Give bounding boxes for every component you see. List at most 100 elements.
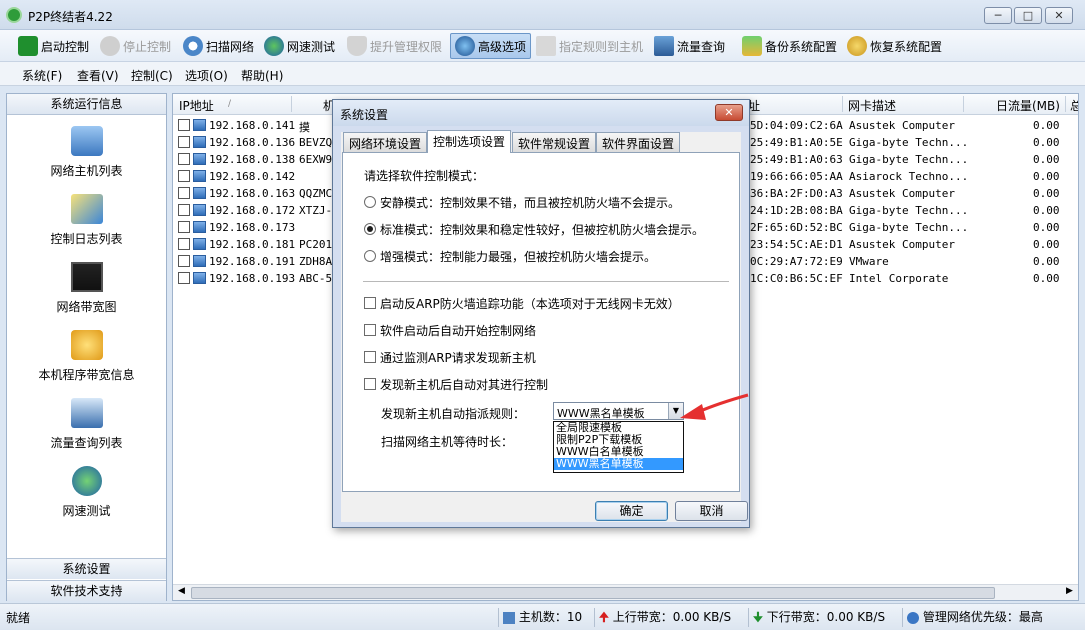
sidebar-item-traffic-list[interactable]: 流量查询列表 (7, 398, 166, 451)
scan-network-button[interactable]: 扫描网络 (179, 33, 258, 59)
cell-mac: 5D:04:09:C2:6A (750, 119, 843, 132)
column-divider[interactable] (291, 96, 292, 112)
sidebar-footer-support[interactable]: 软件技术支持 (7, 580, 166, 601)
quiet-mode-label[interactable]: 安静模式：控制效果不错，而且被控机防火墙不会提示。 (380, 194, 680, 211)
row-checkbox[interactable] (178, 153, 190, 165)
computer-icon (193, 153, 206, 165)
row-checkbox[interactable] (178, 272, 190, 284)
radio-enhanced-mode[interactable] (364, 250, 376, 262)
menu-view[interactable]: 查看(V) (77, 67, 119, 84)
row-checkbox[interactable] (178, 221, 190, 233)
row-checkbox[interactable] (178, 136, 190, 148)
menu-control[interactable]: 控制(C) (131, 67, 173, 84)
column-divider[interactable] (1065, 96, 1066, 112)
checkbox-anti-arp[interactable] (364, 297, 376, 309)
checkbox-auto-control-new[interactable] (364, 378, 376, 390)
status-upload: 🠉 上行带宽：0.00 KB/S (594, 608, 731, 627)
minimize-button[interactable]: ─ (984, 7, 1012, 24)
menu-system[interactable]: 系统(F) (22, 67, 62, 84)
advanced-options-label: 高级选项 (478, 39, 527, 54)
cell-vendor: Giga-byte Techn... (849, 153, 969, 166)
dialog-close-button[interactable]: ✕ (715, 104, 743, 121)
scroll-right-arrow-icon[interactable]: ▶ (1066, 586, 1073, 596)
cell-mac: 25:49:B1:A0:63 (750, 153, 843, 166)
radio-quiet-mode[interactable] (364, 196, 376, 208)
assign-rule-button[interactable]: 指定规则到主机 (532, 33, 647, 59)
row-checkbox[interactable] (178, 255, 190, 267)
cell-traffic: 0.00 (1033, 221, 1060, 234)
checkbox-arp-discovery[interactable] (364, 351, 376, 363)
row-checkbox[interactable] (178, 204, 190, 216)
menu-help[interactable]: 帮助(H) (241, 67, 283, 84)
tab-general-settings[interactable]: 软件常规设置 (512, 132, 597, 152)
advanced-options-button[interactable]: 高级选项 (450, 33, 532, 59)
sidebar-footer-settings[interactable]: 系统设置 (7, 558, 166, 579)
speed-test-button[interactable]: 网速测试 (260, 33, 339, 59)
scroll-left-arrow-icon[interactable]: ◀ (178, 586, 185, 596)
sidebar-item-speed-test[interactable]: 网速测试 (7, 466, 166, 519)
network-icon (907, 611, 919, 624)
sidebar-header[interactable]: 系统运行信息 (7, 94, 166, 115)
column-header-daily-traffic[interactable]: 日流量(MB) (996, 97, 1060, 114)
stop-control-button[interactable]: 停止控制 (96, 33, 175, 59)
sidebar-item-host-list[interactable]: 网络主机列表 (7, 126, 166, 179)
stop-icon (100, 36, 120, 56)
dropdown-option[interactable]: 全局限速模板 (554, 422, 683, 434)
cell-ip: 192.168.0.142 (209, 170, 296, 183)
globe-icon (264, 36, 284, 56)
column-header-total[interactable]: 总 (1070, 97, 1078, 114)
cancel-button[interactable]: 取消 (675, 501, 748, 521)
anti-arp-label[interactable]: 启动反ARP防火墙追踪功能（本选项对于无线网卡无效） (380, 295, 680, 312)
pencil-icon (70, 194, 103, 224)
row-checkbox[interactable] (178, 170, 190, 182)
column-divider[interactable] (963, 96, 964, 112)
auto-control-new-label[interactable]: 发现新主机后自动对其进行控制 (380, 376, 548, 393)
dialog-title-bar[interactable]: 系统设置 ✕ (333, 100, 749, 126)
restore-config-button[interactable]: 恢复系统配置 (843, 33, 946, 59)
annotation-arrow-head (680, 404, 706, 420)
sidebar-item-program-bandwidth[interactable]: 本机程序带宽信息 (7, 330, 166, 383)
column-header-vendor[interactable]: 网卡描述 (848, 97, 896, 114)
row-checkbox[interactable] (178, 187, 190, 199)
dropdown-option[interactable]: 限制P2P下载模板 (554, 434, 683, 446)
menu-options[interactable]: 选项(O) (185, 67, 228, 84)
arp-discovery-label[interactable]: 通过监测ARP请求发现新主机 (380, 349, 536, 366)
start-control-button[interactable]: 启动控制 (14, 33, 93, 59)
status-priority: 管理网络优先级：最高 (902, 608, 1080, 627)
tab-ui-settings[interactable]: 软件界面设置 (596, 132, 681, 152)
radio-standard-mode[interactable] (364, 223, 376, 235)
tab-network-env[interactable]: 网络环境设置 (343, 132, 428, 152)
row-checkbox[interactable] (178, 119, 190, 131)
app-logo-icon (6, 7, 22, 23)
traffic-query-button[interactable]: 流量查询 (650, 33, 729, 59)
column-divider[interactable] (842, 96, 843, 112)
assign-rule-label: 指定规则到主机 (559, 39, 644, 54)
bar-chart-icon (70, 262, 103, 292)
sidebar-item-bandwidth-chart[interactable]: 网络带宽图 (7, 262, 166, 315)
auto-start-label[interactable]: 软件启动后自动开始控制网络 (380, 322, 536, 339)
rule-template-select[interactable]: WWW黑名单模板 ▼ (553, 402, 684, 420)
cell-mac: 2F:65:6D:52:BC (750, 221, 843, 234)
sidebar-item-control-log[interactable]: 控制日志列表 (7, 194, 166, 247)
enhanced-mode-label[interactable]: 增强模式：控制能力最强，但被控机防火墙会提示。 (380, 248, 656, 265)
standard-mode-label[interactable]: 标准模式：控制效果和稳定性较好，但被控机防火墙会提示。 (380, 221, 704, 238)
backup-config-button[interactable]: 备份系统配置 (738, 33, 841, 59)
row-checkbox[interactable] (178, 238, 190, 250)
rule-template-dropdown: 全局限速模板 限制P2P下载模板 WWW白名单模板 WWW黑名单模板 (553, 421, 684, 473)
dropdown-option[interactable]: WWW白名单模板 (554, 446, 683, 458)
magnifier-icon (183, 36, 203, 56)
cell-mac: 25:49:B1:A0:5E (750, 136, 843, 149)
maximize-button[interactable]: □ (1014, 7, 1042, 24)
tab-control-options[interactable]: 控制选项设置 (427, 130, 512, 153)
scroll-thumb[interactable] (191, 587, 995, 599)
elevate-permission-button[interactable]: 提升管理权限 (343, 33, 446, 59)
shield-icon (347, 36, 367, 56)
dropdown-option-selected[interactable]: WWW黑名单模板 (554, 458, 683, 470)
cell-mac: 36:BA:2F:D0:A3 (750, 187, 843, 200)
horizontal-scrollbar[interactable]: ◀ ▶ (173, 584, 1078, 600)
column-header-ip[interactable]: IP地址 (179, 97, 214, 114)
ok-button[interactable]: 确定 (595, 501, 668, 521)
mode-prompt: 请选择软件控制模式： (364, 169, 485, 183)
checkbox-auto-start-control[interactable] (364, 324, 376, 336)
close-window-button[interactable]: ✕ (1045, 7, 1073, 24)
